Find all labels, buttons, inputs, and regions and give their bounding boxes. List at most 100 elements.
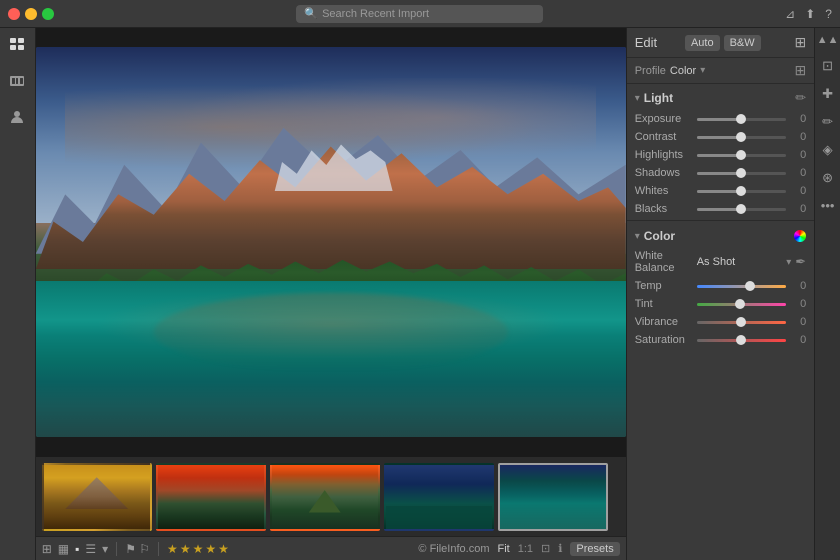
vibrance-row: Vibrance 0	[627, 313, 814, 331]
shadows-row: Shadows 0	[627, 164, 814, 182]
wb-value: As Shot	[697, 256, 783, 268]
traffic-lights	[8, 8, 54, 20]
bottom-view-icons: ⊞ ▦ ▪ ☰ ▾	[42, 542, 108, 556]
light-options-icon[interactable]: ✏	[795, 90, 806, 106]
filmstrip-thumb-4[interactable]	[384, 463, 494, 531]
highlights-label: Highlights	[635, 149, 693, 161]
saturation-slider[interactable]	[697, 339, 786, 342]
bw-button[interactable]: B&W	[724, 35, 761, 51]
histogram-icon[interactable]: ▲▲	[817, 34, 839, 46]
white-balance-row: White Balance As Shot ▾ ✒	[627, 247, 814, 277]
maximize-button[interactable]	[42, 8, 54, 20]
image-viewer	[36, 28, 626, 456]
more-icon[interactable]: •••	[821, 198, 835, 213]
blacks-slider[interactable]	[697, 208, 786, 211]
panel-toolbar-right: Auto B&W	[685, 35, 761, 51]
exposure-label: Exposure	[635, 113, 693, 125]
brush-icon[interactable]: ✏	[822, 114, 833, 130]
profile-dropdown-icon[interactable]: ▾	[700, 65, 705, 76]
profile-label: Profile	[635, 65, 666, 77]
profile-value: Color	[670, 65, 696, 77]
star-4[interactable]: ★	[205, 542, 216, 556]
close-button[interactable]	[8, 8, 20, 20]
blacks-label: Blacks	[635, 203, 693, 215]
search-placeholder: Search Recent Import	[322, 8, 429, 20]
tint-slider[interactable]	[697, 303, 786, 306]
light-chevron-icon: ▾	[635, 93, 640, 104]
shadows-value: 0	[790, 167, 806, 179]
help-icon[interactable]: ?	[825, 7, 832, 21]
contrast-label: Contrast	[635, 131, 693, 143]
temp-slider[interactable]	[697, 285, 786, 288]
star-3[interactable]: ★	[193, 542, 204, 556]
tint-row: Tint 0	[627, 295, 814, 313]
flag-icons[interactable]: ⚑ ⚐	[125, 542, 150, 556]
heal-icon[interactable]: ✚	[822, 86, 833, 102]
filmstrip-thumb-3[interactable]	[270, 463, 380, 531]
divider-1	[116, 542, 117, 556]
titlebar: 🔍 Search Recent Import ⊿ ⬆ ?	[0, 0, 840, 28]
compare-icon[interactable]: ⊡	[541, 542, 550, 555]
color-section-header[interactable]: ▾ Color	[627, 223, 814, 247]
edit-title: Edit	[635, 35, 657, 50]
info-icon[interactable]: ℹ	[558, 542, 562, 555]
temp-row: Temp 0	[627, 277, 814, 295]
filmstrip-thumb-1[interactable]	[42, 463, 152, 531]
grid-options-icon[interactable]: ⊞	[794, 34, 806, 51]
profile-grid-icon[interactable]: ⊞	[794, 62, 806, 79]
sidebar-icon-people[interactable]	[6, 106, 28, 128]
main-layout: ⊞ ▦ ▪ ☰ ▾ ⚑ ⚐ ★ ★ ★ ★ ★ © FileInfo.com F…	[0, 28, 840, 560]
star-rating[interactable]: ★ ★ ★ ★ ★	[167, 542, 229, 556]
whites-slider[interactable]	[697, 190, 786, 193]
light-section-header[interactable]: ▾ Light ✏	[627, 84, 814, 110]
contrast-slider[interactable]	[697, 136, 786, 139]
sidebar-icon-grid[interactable]	[6, 34, 28, 56]
panel-toolbar: Edit Auto B&W ⊞	[627, 28, 814, 58]
right-panel: Edit Auto B&W ⊞ Profile Color ▾ ⊞ ▾ Ligh…	[626, 28, 814, 560]
detail-icon[interactable]: ⊛	[822, 170, 833, 186]
color-circle-icon	[794, 230, 806, 242]
fit-label[interactable]: Fit	[497, 543, 509, 555]
gradient-icon[interactable]: ◈	[823, 142, 833, 158]
vibrance-value: 0	[790, 316, 806, 328]
sidebar-icon-filmstrip[interactable]	[6, 70, 28, 92]
blacks-row: Blacks 0	[627, 200, 814, 218]
eyedropper-icon[interactable]: ✒	[795, 254, 806, 270]
bottom-info: © FileInfo.com Fit 1:1 ⊡ ℹ Presets	[418, 542, 619, 556]
search-bar[interactable]: 🔍 Search Recent Import	[296, 5, 542, 23]
shadows-slider[interactable]	[697, 172, 786, 175]
view-chevron[interactable]: ▾	[102, 542, 108, 556]
star-1[interactable]: ★	[167, 542, 178, 556]
filmstrip-view-icon[interactable]: ▦	[58, 542, 69, 556]
wb-dropdown-icon[interactable]: ▾	[786, 257, 791, 268]
highlights-value: 0	[790, 149, 806, 161]
minimize-button[interactable]	[25, 8, 37, 20]
color-section-title: Color	[644, 229, 790, 243]
share-icon[interactable]: ⬆	[805, 7, 815, 21]
auto-button[interactable]: Auto	[685, 35, 720, 51]
vibrance-label: Vibrance	[635, 316, 693, 328]
titlebar-actions: ⊿ ⬆ ?	[785, 7, 832, 21]
filter-icon[interactable]: ⊿	[785, 7, 795, 21]
temp-label: Temp	[635, 280, 693, 292]
filmstrip	[36, 456, 626, 536]
highlights-slider[interactable]	[697, 154, 786, 157]
filmstrip-thumb-2[interactable]	[156, 463, 266, 531]
star-5[interactable]: ★	[218, 542, 229, 556]
saturation-label: Saturation	[635, 334, 693, 346]
vibrance-slider[interactable]	[697, 321, 786, 324]
contrast-value: 0	[790, 131, 806, 143]
exposure-row: Exposure 0	[627, 110, 814, 128]
star-2[interactable]: ★	[180, 542, 191, 556]
presets-button[interactable]: Presets	[570, 542, 619, 556]
profile-row: Profile Color ▾ ⊞	[627, 58, 814, 84]
wb-label: White Balance	[635, 250, 693, 274]
crop-icon[interactable]: ⊡	[822, 58, 833, 74]
filmstrip-thumb-5[interactable]	[498, 463, 608, 531]
exposure-slider[interactable]	[697, 118, 786, 121]
list-view-icon[interactable]: ☰	[85, 542, 96, 556]
single-view-icon[interactable]: ▪	[75, 542, 79, 556]
bottom-bar: ⊞ ▦ ▪ ☰ ▾ ⚑ ⚐ ★ ★ ★ ★ ★ © FileInfo.com F…	[36, 536, 626, 560]
center-area: ⊞ ▦ ▪ ☰ ▾ ⚑ ⚐ ★ ★ ★ ★ ★ © FileInfo.com F…	[36, 28, 626, 560]
grid-view-icon[interactable]: ⊞	[42, 542, 52, 556]
